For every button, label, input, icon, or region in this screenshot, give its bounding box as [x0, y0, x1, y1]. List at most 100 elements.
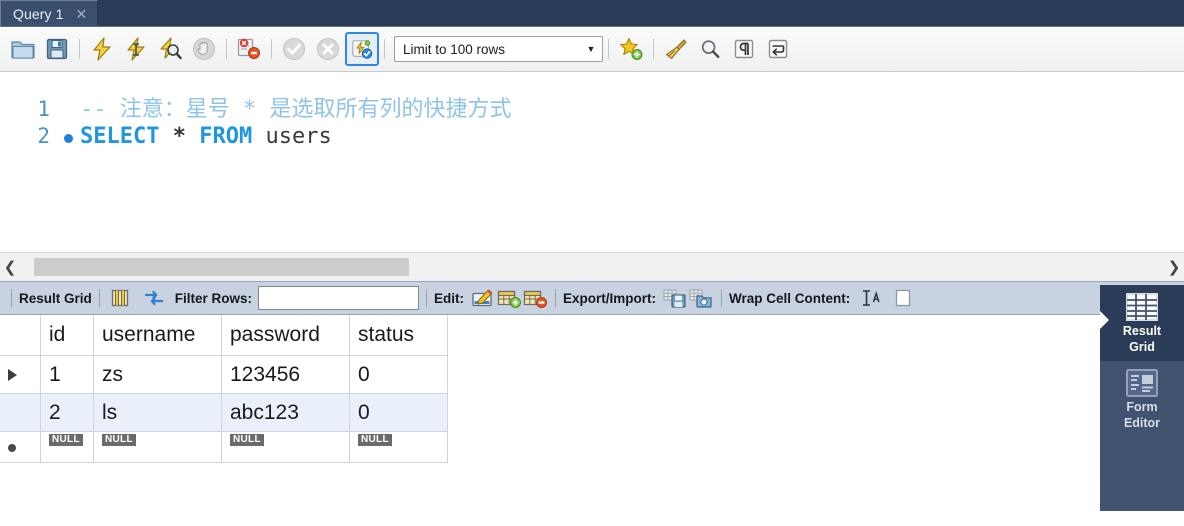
export-import-label: Export/Import:	[563, 290, 657, 306]
cell-password-null[interactable]: NULL	[221, 431, 350, 463]
toolbar-separator	[653, 39, 654, 59]
table-row[interactable]: 1 zs 123456 0	[0, 355, 448, 394]
null-badge: NULL	[102, 434, 136, 446]
beautify-sql-button[interactable]	[659, 32, 693, 66]
chevron-left-icon[interactable]: ❮	[0, 258, 20, 276]
cell-password[interactable]: 123456	[221, 355, 350, 394]
cell-id[interactable]: 2	[40, 393, 94, 432]
edit-cell-button[interactable]	[470, 286, 496, 310]
cell-status[interactable]: 0	[349, 355, 448, 394]
new-row-marker-icon	[8, 444, 16, 452]
toggle-word-wrap-button[interactable]	[761, 32, 795, 66]
editor-horizontal-scrollbar[interactable]: ❮ ❯	[0, 252, 1184, 281]
stop-hand-icon	[193, 38, 215, 60]
row-selector[interactable]	[0, 355, 41, 394]
import-recordset-icon	[689, 289, 712, 308]
import-recordset-button[interactable]	[688, 286, 714, 310]
result-view-switcher: Result Grid Form Editor	[1100, 285, 1184, 511]
delete-row-icon	[523, 290, 548, 308]
lightning-magnifier-icon	[160, 37, 182, 60]
sidebar-label-line2: Grid	[1129, 340, 1155, 354]
sql-keyword-from: FROM	[199, 123, 253, 149]
save-script-button[interactable]	[40, 32, 74, 66]
toggle-autocommit-button[interactable]	[345, 32, 379, 66]
pilcrow-icon	[734, 39, 754, 59]
cell-id[interactable]: 1	[40, 355, 94, 394]
find-button[interactable]	[693, 32, 727, 66]
tab-query-1[interactable]: Query 1 ✕	[0, 0, 99, 26]
delete-row-button[interactable]	[522, 286, 548, 310]
table-row[interactable]: 2 ls abc123 0	[0, 393, 448, 432]
folder-icon	[11, 41, 35, 59]
wrap-cell-content-button[interactable]	[858, 286, 884, 310]
cell-username[interactable]: ls	[93, 393, 222, 432]
sidebar-item-result-grid[interactable]: Result Grid	[1100, 285, 1184, 361]
column-header-password[interactable]: password	[221, 315, 350, 356]
null-badge: NULL	[49, 434, 83, 446]
edit-pencil-icon	[472, 289, 493, 307]
result-grid-toolbar: Result Grid Filter Rows: Edit: Export/Im…	[0, 281, 1184, 315]
toolbar-separator	[226, 39, 227, 59]
toggle-grid-columns-button[interactable]	[107, 286, 133, 310]
execute-statement-button[interactable]	[85, 32, 119, 66]
export-recordset-icon	[663, 289, 686, 308]
result-grid[interactable]: id username password status 1 zs 123456 …	[0, 315, 1184, 526]
insert-row-button[interactable]	[496, 286, 522, 310]
column-header-id[interactable]: id	[40, 315, 94, 356]
cell-status[interactable]: 0	[349, 393, 448, 432]
toggle-stop-on-error-button[interactable]	[232, 32, 266, 66]
scrollbar-track[interactable]	[20, 258, 1164, 276]
sidebar-label-line2: Editor	[1123, 416, 1161, 430]
field-types-button[interactable]	[890, 286, 916, 310]
cell-id-null[interactable]: NULL	[40, 431, 94, 463]
column-header-username[interactable]: username	[93, 315, 222, 356]
chevron-right-icon[interactable]: ❯	[1164, 258, 1184, 276]
panel-icon	[896, 289, 911, 307]
sql-comment-text: -- 注意：星号 * 是选取所有列的快捷方式	[80, 97, 512, 122]
autocommit-icon	[352, 40, 373, 59]
edit-label: Edit:	[434, 290, 465, 306]
cell-status-null[interactable]: NULL	[349, 431, 448, 463]
sidebar-label-line1: Form	[1126, 400, 1158, 414]
open-sql-script-button[interactable]	[6, 32, 40, 66]
cell-username-null[interactable]: NULL	[93, 431, 222, 463]
scrollbar-thumb[interactable]	[34, 258, 409, 276]
commit-button[interactable]	[277, 32, 311, 66]
current-row-pointer-icon	[8, 368, 17, 381]
column-header-status[interactable]: status	[349, 315, 448, 356]
floppy-disk-icon	[46, 38, 68, 60]
export-recordset-button[interactable]	[662, 286, 688, 310]
mysql-workbench-query-editor: Query 1 ✕ Limit to 100 rows ▼ 1 -- 注意：星号…	[0, 0, 1184, 526]
row-selector[interactable]	[0, 393, 41, 432]
row-limit-select[interactable]: Limit to 100 rows ▼	[394, 36, 603, 62]
row-selector-header	[0, 315, 41, 356]
sql-code-editor[interactable]: 1 -- 注意：星号 * 是选取所有列的快捷方式 2 SELECT * FROM…	[0, 72, 1184, 252]
execute-current-statement-button[interactable]	[119, 32, 153, 66]
wrap-cell-icon	[863, 290, 880, 306]
toolbar-separator	[426, 289, 428, 307]
result-grid-label: Result Grid	[19, 290, 92, 306]
row-selector[interactable]	[0, 431, 41, 463]
insert-row-icon	[497, 290, 522, 308]
grid-columns-icon	[111, 289, 128, 307]
code-line-1: 1 -- 注意：星号 * 是选取所有列的快捷方式	[0, 72, 1184, 122]
broom-icon	[665, 39, 687, 60]
result-table: id username password status 1 zs 123456 …	[0, 315, 448, 463]
cell-username[interactable]: zs	[93, 355, 222, 394]
new-row-placeholder[interactable]: NULL NULL NULL NULL	[0, 431, 448, 463]
chevron-down-icon[interactable]: ▼	[580, 44, 602, 54]
cell-password[interactable]: abc123	[221, 393, 350, 432]
save-snippet-button[interactable]	[614, 32, 648, 66]
sidebar-item-form-editor[interactable]: Form Editor	[1100, 361, 1184, 437]
explain-statement-button[interactable]	[153, 32, 187, 66]
toggle-invisible-chars-button[interactable]	[727, 32, 761, 66]
close-icon[interactable]: ✕	[74, 7, 90, 21]
sql-space-2	[252, 124, 265, 149]
filter-rows-input[interactable]	[258, 286, 420, 310]
filter-rows-label: Filter Rows:	[174, 290, 253, 306]
refresh-result-button[interactable]	[141, 286, 167, 310]
rollback-cross-icon	[317, 38, 339, 60]
wrap-cell-content-label: Wrap Cell Content:	[729, 290, 851, 306]
stop-statement-button[interactable]	[187, 32, 221, 66]
rollback-button[interactable]	[311, 32, 345, 66]
